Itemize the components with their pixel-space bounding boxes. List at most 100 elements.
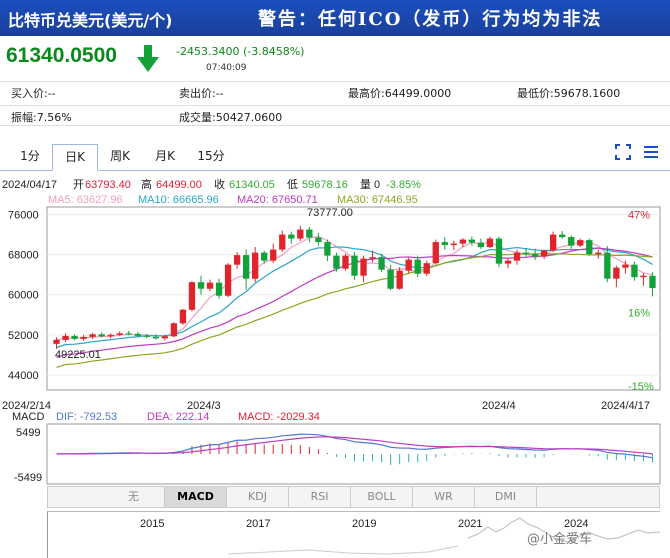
indicator-kdj[interactable]: KDJ <box>227 487 289 507</box>
indicator-wr[interactable]: WR <box>413 487 475 507</box>
candle-body <box>513 252 521 261</box>
candle-body <box>306 229 313 238</box>
indicator-rsi[interactable]: RSI <box>289 487 351 507</box>
quote-info-row: 振幅:7.56% 成交量:50427.0600 <box>0 105 670 126</box>
candle-body <box>432 242 439 264</box>
period-tabs: 1分 日K 周K 月K 15分 <box>0 141 670 171</box>
page-title: 比特币兑美元(美元/个) <box>8 11 173 30</box>
ohlc-date: 2024/04/17 <box>2 179 57 191</box>
kline-chart[interactable]: 2024/04/17 开 63793.40 高 64499.00 收 61340… <box>0 172 670 486</box>
overview-year: 2015 <box>140 518 165 530</box>
macd-dea: DEA: 222.14 <box>147 411 209 423</box>
candle-body <box>179 309 187 324</box>
candle-body <box>504 260 512 264</box>
candle-body <box>288 234 295 239</box>
candle-body <box>450 243 457 246</box>
candle-body <box>116 333 123 335</box>
ma5-legend: MA5: 63627.96 <box>48 194 123 206</box>
buy-price: 买入价:-- <box>11 87 56 100</box>
candle-body <box>387 269 394 289</box>
candle-body <box>577 240 584 246</box>
y-tick-label: 76000 <box>8 210 39 222</box>
candle-body <box>477 242 485 248</box>
candle-body <box>405 259 412 271</box>
ma20-legend: MA20: 67650.71 <box>237 194 318 206</box>
candle-body <box>378 257 385 270</box>
high-label: 高 <box>141 177 152 191</box>
indicator-selector: 无 MACD KDJ RSI BOLL WR DMI <box>47 486 660 508</box>
candle-body <box>324 242 331 256</box>
candle-body <box>71 335 78 339</box>
candle-body <box>197 282 205 289</box>
fullscreen-icon[interactable] <box>615 144 631 160</box>
candle-body <box>53 339 60 344</box>
candle-body <box>396 270 403 289</box>
candle-body <box>459 239 467 244</box>
candle-body <box>604 252 611 279</box>
tab-daily-k[interactable]: 日K <box>52 144 98 171</box>
pct-tick-label: -15% <box>628 381 654 393</box>
x-tick: 2024/4/17 <box>601 400 650 412</box>
watermark: @小金爱车 <box>527 532 593 547</box>
candle-body <box>279 234 286 250</box>
quote-info-row: 买入价:-- 卖出价:-- 最高价:64499.0000 最低价:59678.1… <box>0 81 670 102</box>
tab-15min[interactable]: 15分 <box>188 144 234 171</box>
price-change: -2453.3400 (-3.8458%) <box>176 45 305 58</box>
candle-body <box>351 255 358 276</box>
high-value: 64499.00 <box>156 179 202 191</box>
volume: 成交量:50427.0600 <box>179 111 283 124</box>
tab-monthly-k[interactable]: 月K <box>142 144 188 171</box>
macd-value: MACD: -2029.34 <box>238 411 320 423</box>
candle-body <box>62 335 69 340</box>
overview-year: 2019 <box>352 518 377 530</box>
quote-time: 07:40:09 <box>206 63 247 73</box>
low-label: 低 <box>287 178 298 191</box>
overview-year: 2017 <box>246 518 271 530</box>
menu-icon[interactable] <box>643 144 659 160</box>
candle-body <box>89 334 96 337</box>
sell-price: 卖出价:-- <box>179 87 224 100</box>
amplitude: 振幅:7.56% <box>11 111 72 124</box>
indicator-boll[interactable]: BOLL <box>351 487 413 507</box>
candle-body <box>107 334 114 337</box>
candle-body <box>468 239 476 243</box>
vol-label: 量 <box>360 178 371 191</box>
candle-body <box>242 255 250 279</box>
candle-body <box>315 237 322 243</box>
vol-value: 0 <box>374 179 380 191</box>
candle-body <box>441 242 448 246</box>
candle-body <box>423 263 430 274</box>
candle-body <box>360 258 367 276</box>
y-tick-label: 68000 <box>8 250 39 262</box>
low-price: 最低价:59678.1600 <box>517 87 621 100</box>
candle-body <box>161 336 169 339</box>
candle-body <box>595 252 602 255</box>
tab-weekly-k[interactable]: 周K <box>98 144 142 171</box>
macd-tick: -5499 <box>14 472 42 484</box>
candle-body <box>188 282 196 310</box>
min-price-label: 49225.01 <box>55 349 101 361</box>
tab-1min[interactable]: 1分 <box>8 144 52 171</box>
candle-body <box>414 259 421 274</box>
pct-tick-label: 47% <box>628 210 650 222</box>
candle-body <box>531 254 539 257</box>
current-price: 61340.0500 <box>6 44 117 67</box>
candle-body <box>224 264 232 296</box>
indicator-none[interactable]: 无 <box>103 487 165 507</box>
macd-dif: DIF: -792.53 <box>56 411 117 423</box>
low-value: 59678.16 <box>302 179 348 191</box>
high-price: 最高价:64499.0000 <box>348 87 452 100</box>
candle-body <box>631 264 638 278</box>
indicator-dmi[interactable]: DMI <box>475 487 537 507</box>
candle-body <box>586 240 593 255</box>
candle-body <box>80 336 87 339</box>
candle-body <box>568 237 575 246</box>
candle-body <box>540 250 548 257</box>
candle-body <box>333 255 340 269</box>
y-tick-label: 44000 <box>8 370 39 382</box>
y-tick-label: 52000 <box>8 330 39 342</box>
indicator-macd[interactable]: MACD <box>165 487 227 507</box>
candle-body <box>297 229 304 239</box>
candle-body <box>549 234 557 251</box>
candle-body <box>152 336 160 339</box>
